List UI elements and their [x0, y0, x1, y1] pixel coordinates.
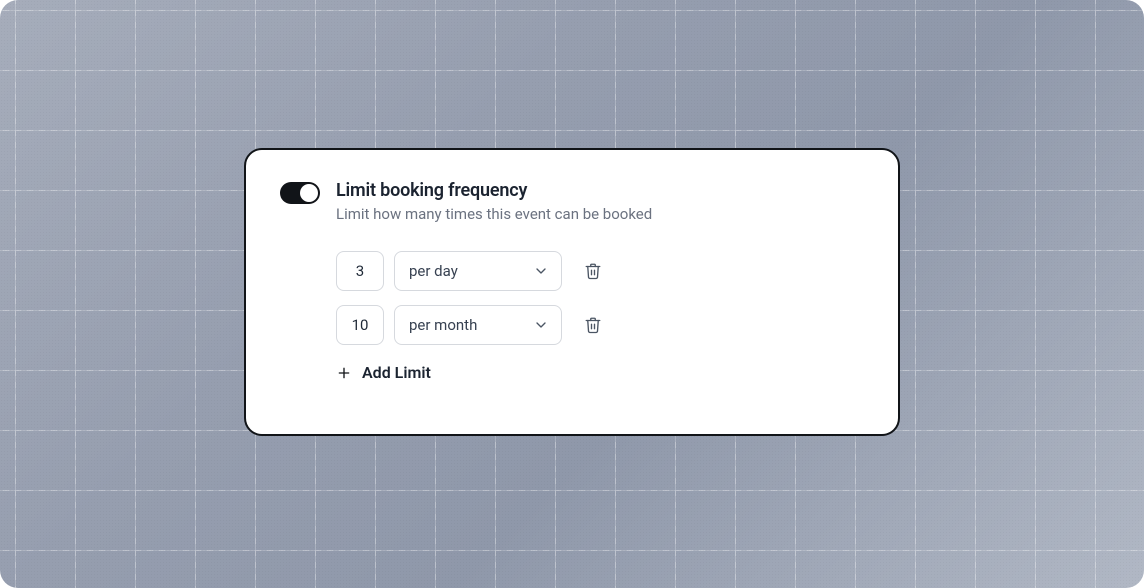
limit-period-select[interactable]: per day — [394, 251, 562, 291]
add-limit-label: Add Limit — [362, 363, 431, 382]
chevron-down-icon — [533, 263, 549, 279]
plus-icon — [336, 365, 352, 381]
limit-count-input[interactable]: 3 — [336, 251, 384, 291]
limit-period-label: per day — [409, 262, 458, 280]
delete-limit-button[interactable] — [584, 316, 602, 334]
limit-period-label: per month — [409, 316, 477, 334]
limit-count-input[interactable]: 10 — [336, 305, 384, 345]
add-limit-button[interactable]: Add Limit — [336, 363, 864, 382]
chevron-down-icon — [533, 317, 549, 333]
limit-row: 3 per day — [336, 251, 864, 291]
limit-period-select[interactable]: per month — [394, 305, 562, 345]
card-subtitle: Limit how many times this event can be b… — [336, 205, 652, 223]
card-title: Limit booking frequency — [336, 180, 652, 201]
limit-frequency-toggle[interactable] — [280, 182, 320, 204]
booking-frequency-card: Limit booking frequency Limit how many t… — [244, 148, 900, 436]
delete-limit-button[interactable] — [584, 262, 602, 280]
limit-row: 10 per month — [336, 305, 864, 345]
